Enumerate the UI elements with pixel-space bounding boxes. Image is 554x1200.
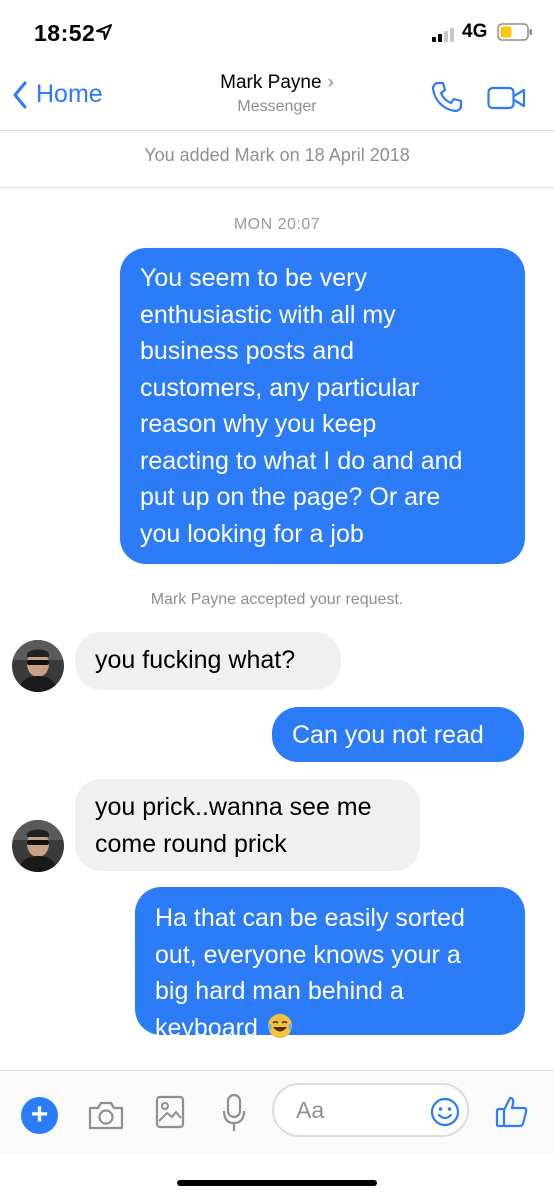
added-notice: You added Mark on 18 April 2018 (144, 145, 410, 165)
status-bar: 18:52 4G (0, 0, 554, 60)
message-input-placeholder: Aa (296, 1097, 325, 1123)
plus-icon[interactable]: + (21, 1097, 58, 1134)
outgoing-message-bubble[interactable]: Ha that can be easily sorted out, everyo… (135, 887, 525, 1042)
outgoing-message-bubble[interactable]: Can you not read (272, 707, 524, 762)
incoming-message-bubble[interactable]: you prick..wanna see me come round prick (75, 779, 420, 871)
message-timestamp: MON 20:07 (233, 216, 321, 233)
divider (0, 187, 554, 188)
thumbs-up-icon[interactable] (495, 1095, 529, 1134)
accepted-notice: Mark Payne accepted your request. (150, 591, 404, 608)
message-line: reason why you keep (140, 410, 377, 438)
contact-subtitle: Messenger (237, 98, 317, 115)
phone-icon[interactable] (430, 80, 464, 119)
network-type: 4G (462, 21, 488, 42)
signal-icon (432, 28, 456, 47)
clock: 18:52 (34, 20, 96, 46)
home-indicator[interactable] (177, 1180, 377, 1186)
message-line: customers, any particular (140, 373, 420, 402)
contact-name-button[interactable]: Mark Payne › (0, 72, 554, 94)
video-icon[interactable] (487, 86, 527, 115)
message-line: out, everyone knows your a (155, 940, 461, 969)
conversation-header: Home Mark Payne › Messenger (0, 60, 554, 131)
message-line: you prick..wanna see me (95, 793, 372, 821)
smiley-icon[interactable] (430, 1097, 460, 1132)
microphone-icon[interactable] (222, 1093, 246, 1138)
camera-icon[interactable] (87, 1099, 125, 1136)
message-line: reacting to what I do and and (140, 446, 463, 475)
location-arrow-icon (96, 24, 112, 45)
message-line: big hard man behind a (155, 977, 404, 1005)
message-composer: + Aa (0, 1070, 554, 1155)
face-with-tears-of-joy-icon (266, 1012, 294, 1051)
incoming-message-bubble[interactable]: you fucking what? (75, 632, 341, 690)
battery-icon (497, 23, 533, 46)
message-line: you fucking what? (95, 646, 296, 674)
message-line: put up on the page? Or are (140, 483, 441, 511)
message-line: Can you not read (292, 721, 484, 749)
message-input[interactable]: Aa (272, 1083, 469, 1137)
message-line: You seem to be very (140, 264, 367, 292)
image-icon[interactable] (155, 1095, 185, 1134)
message-line-text: keyboard (155, 1013, 258, 1042)
message-line: Ha that can be easily sorted (155, 904, 465, 932)
message-line: business posts and (140, 337, 355, 365)
contact-name: Mark Payne (220, 72, 322, 93)
message-line: enthusiastic with all my (140, 300, 396, 329)
message-line: you looking for a job (140, 519, 364, 548)
chevron-right-icon: › (327, 72, 334, 93)
contact-avatar[interactable] (12, 820, 64, 872)
outgoing-message-bubble[interactable]: You seem to be very enthusiastic with al… (120, 248, 525, 564)
contact-avatar[interactable] (12, 640, 64, 692)
message-line: come round prick (95, 829, 287, 858)
message-line: keyboard (155, 1010, 509, 1051)
